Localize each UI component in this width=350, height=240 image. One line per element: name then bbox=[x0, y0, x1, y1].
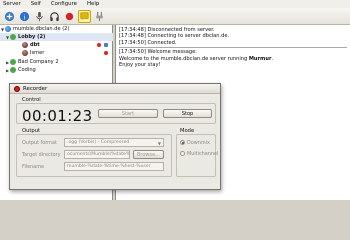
log-separator bbox=[119, 47, 347, 49]
menu-bar: Server Self Configure Help bbox=[0, 0, 350, 8]
stop-button[interactable]: Stop bbox=[163, 109, 212, 118]
connect-icon bbox=[4, 11, 15, 21]
user-icon bbox=[22, 50, 28, 56]
deafen-self-icon bbox=[50, 11, 59, 21]
filename-label: Filename bbox=[22, 164, 45, 170]
log-welcome-text: Welcome to the mumble.dbclan.de server r… bbox=[119, 55, 249, 62]
dialog-title: Recorder bbox=[23, 85, 48, 92]
deafen-self-button[interactable] bbox=[48, 10, 61, 23]
downmix-label: Downmix bbox=[187, 140, 210, 146]
channel-icon bbox=[10, 59, 16, 65]
multichannel-label: Multichannel bbox=[187, 151, 219, 157]
directory-input[interactable]: ocuments\Mumble\%date% bbox=[64, 150, 130, 159]
menu-server[interactable]: Server bbox=[3, 1, 21, 7]
chevron-down-icon: ▼ bbox=[157, 141, 161, 146]
tree-user-ismer[interactable]: Ismer bbox=[0, 49, 113, 57]
info-button[interactable]: i bbox=[18, 10, 31, 23]
channel-icon bbox=[10, 67, 16, 73]
directory-label: Target directory bbox=[22, 152, 61, 158]
dialog-titlebar[interactable]: Recorder bbox=[10, 84, 220, 94]
recording-timer: 00:01:23 bbox=[22, 107, 93, 125]
log-server-software: Murmur bbox=[248, 55, 272, 62]
server-name: mumble.dbclan.de (2) bbox=[13, 26, 70, 32]
channel-icon bbox=[10, 34, 16, 40]
mute-self-button[interactable] bbox=[33, 10, 46, 23]
tree-channel-coding[interactable]: ▶ Coding bbox=[0, 66, 113, 74]
connect-button[interactable] bbox=[3, 10, 16, 23]
server-icon bbox=[5, 26, 11, 32]
toolbar: i bbox=[0, 8, 350, 25]
menu-help[interactable]: Help bbox=[87, 1, 99, 7]
mute-self-icon bbox=[36, 11, 43, 21]
downmix-radio[interactable] bbox=[180, 140, 185, 145]
multichannel-radio[interactable] bbox=[180, 151, 185, 156]
tree-channel-bad-company[interactable]: ▶ Bad Company 2 bbox=[0, 58, 113, 66]
format-label: Output format bbox=[22, 140, 57, 146]
recording-icon bbox=[97, 43, 101, 47]
log-line: Enjoy your stay! bbox=[119, 62, 161, 69]
channel-name: Coding bbox=[18, 67, 36, 73]
self-deafened-icon bbox=[104, 43, 108, 47]
menu-self[interactable]: Self bbox=[31, 1, 41, 7]
channel-name: Lobby (2) bbox=[18, 34, 46, 40]
plugin-icon bbox=[96, 11, 103, 21]
tree-channel-lobby[interactable]: ▼ Lobby (2) bbox=[0, 33, 113, 41]
user-name: Ismer bbox=[30, 50, 45, 56]
filename-input[interactable]: mumble-%date-%time-%host-%user bbox=[64, 162, 164, 171]
comment-button[interactable] bbox=[78, 9, 91, 23]
recorder-dialog: Recorder Control 00:01:23 Start Stop Out… bbox=[9, 83, 221, 190]
start-button[interactable]: Start bbox=[98, 109, 158, 118]
comment-icon bbox=[80, 12, 89, 20]
tree-server-row[interactable]: ▼ mumble.dbclan.de (2) bbox=[0, 25, 113, 33]
record-button[interactable] bbox=[63, 10, 76, 23]
channel-name: Bad Company 2 bbox=[18, 59, 59, 65]
svg-text:i: i bbox=[24, 13, 26, 21]
recording-icon bbox=[104, 51, 108, 55]
record-icon bbox=[65, 12, 74, 20]
user-name: dbt bbox=[30, 42, 40, 48]
log-period: . bbox=[271, 55, 274, 62]
format-value: .ogg (Vorbis) - Compressed bbox=[67, 140, 130, 145]
log-line: [17:34:50] Connected. bbox=[119, 39, 177, 46]
browse-button[interactable]: Browse... bbox=[133, 150, 164, 159]
recorder-icon bbox=[14, 85, 20, 92]
info-icon: i bbox=[19, 11, 30, 21]
menu-configure[interactable]: Configure bbox=[51, 1, 77, 7]
tree-user-dbt[interactable]: dbt bbox=[0, 41, 113, 49]
format-select[interactable]: .ogg (Vorbis) - Compressed ▼ bbox=[64, 138, 164, 147]
plugin-button[interactable] bbox=[93, 10, 106, 23]
user-icon bbox=[22, 42, 28, 48]
